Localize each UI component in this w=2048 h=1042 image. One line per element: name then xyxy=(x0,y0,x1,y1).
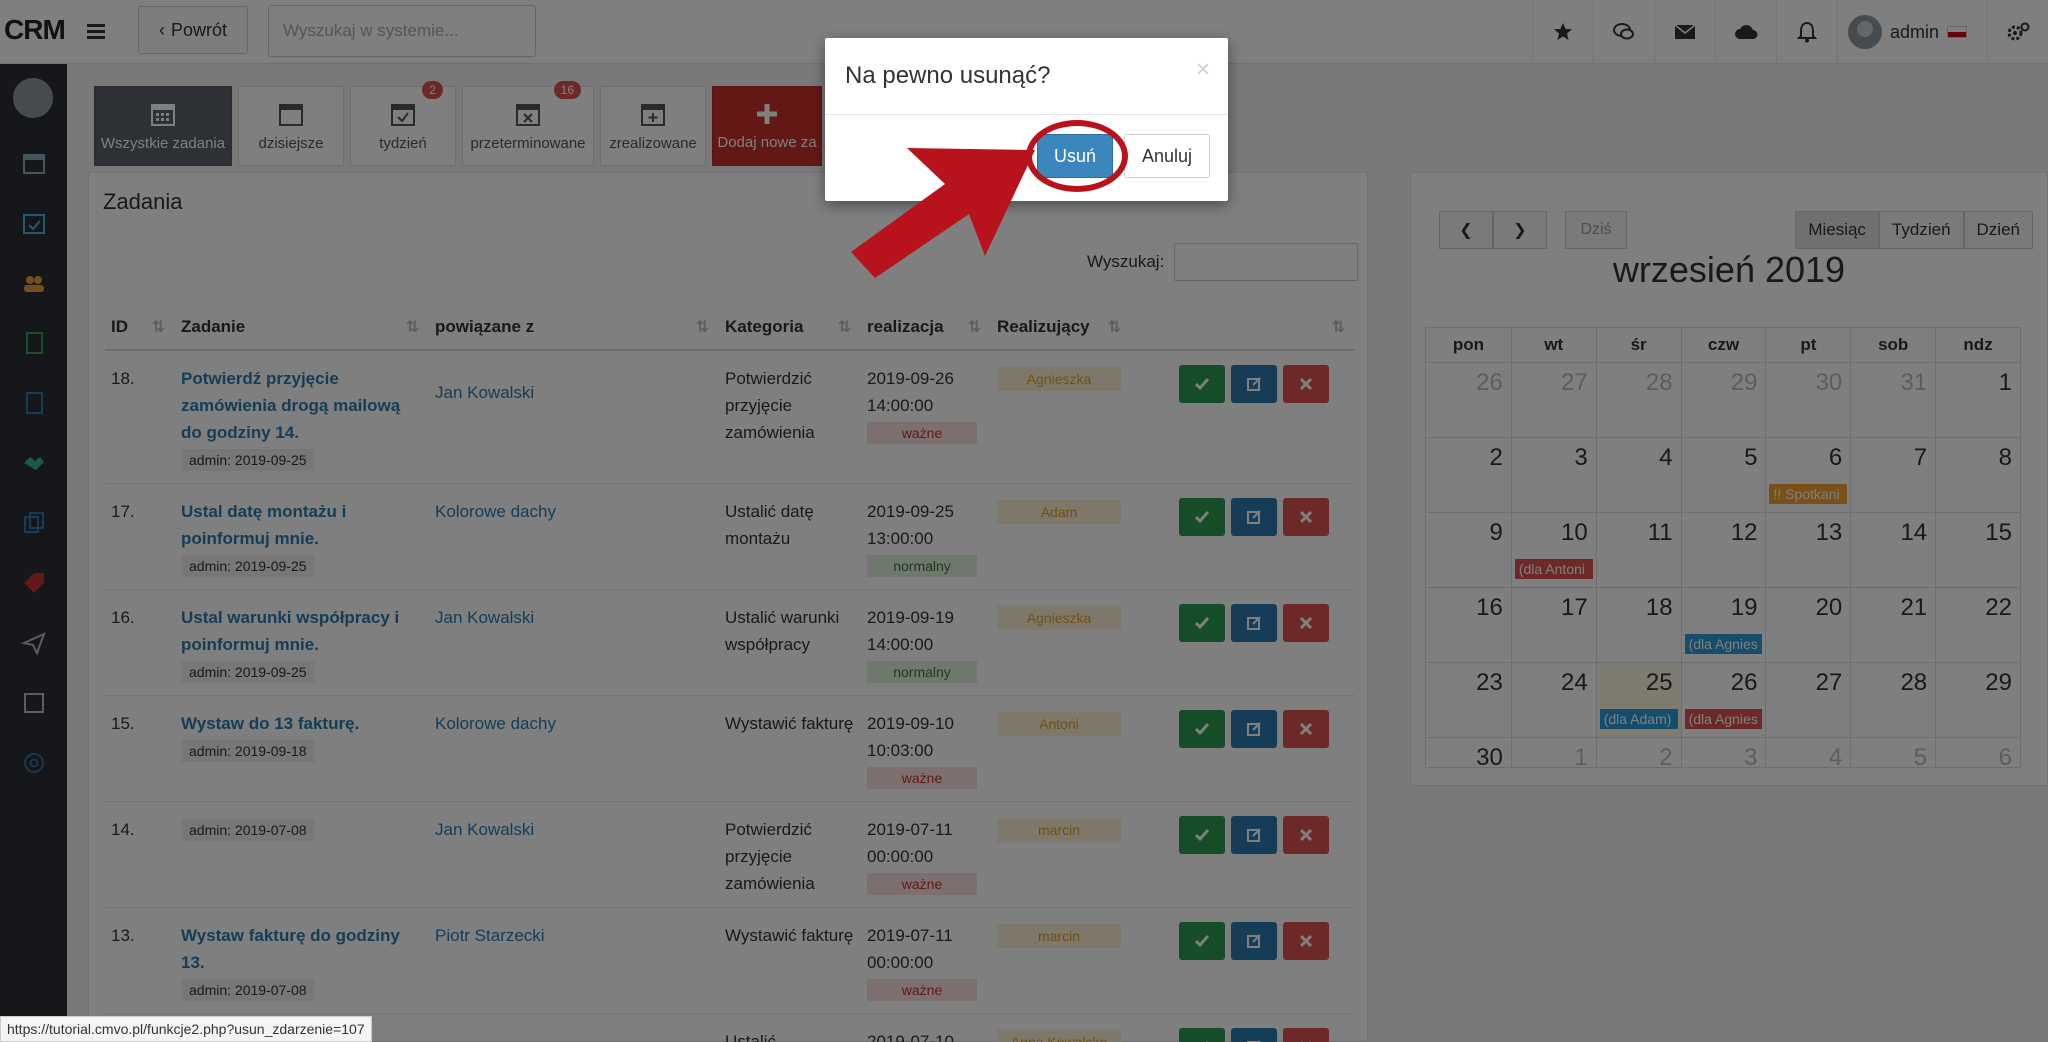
dialog-divider xyxy=(825,114,1228,115)
dialog-title: Na pewno usunąć? xyxy=(845,62,1051,89)
cancel-button[interactable]: Anuluj xyxy=(1124,134,1210,178)
red-arrow-annotation xyxy=(851,148,1035,278)
status-bar-url: https://tutorial.cmvo.pl/funkcje2.php?us… xyxy=(0,1016,372,1042)
close-icon[interactable]: × xyxy=(1196,56,1210,84)
